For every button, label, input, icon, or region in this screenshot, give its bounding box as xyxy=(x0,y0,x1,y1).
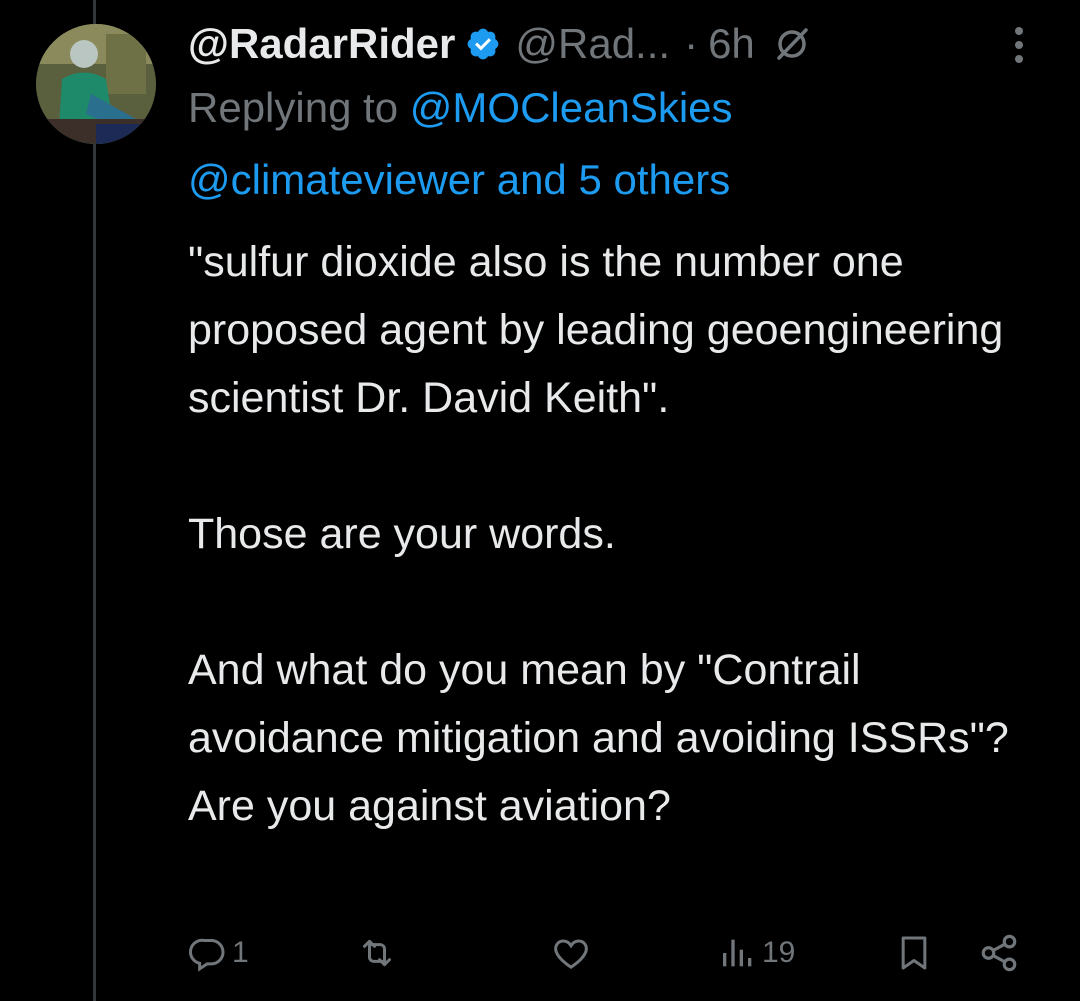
views-button[interactable]: 19 xyxy=(718,928,795,978)
share-button[interactable] xyxy=(978,928,1020,978)
reply-button[interactable]: 1 xyxy=(188,928,249,978)
tweet-body: "sulfur dioxide also is the number one p… xyxy=(188,228,1048,840)
tweet-paragraph: "sulfur dioxide also is the number one p… xyxy=(188,238,1004,422)
mention-others-link[interactable]: @climateviewer and 5 others xyxy=(188,156,730,203)
display-name[interactable]: @RadarRider xyxy=(188,20,455,68)
replying-to-line: Replying to @MOCleanSkies xyxy=(188,84,733,132)
grok-slash-icon[interactable] xyxy=(773,25,811,63)
views-count: 19 xyxy=(762,936,796,969)
bookmark-button[interactable] xyxy=(894,928,934,978)
like-button[interactable] xyxy=(551,928,595,978)
share-icon xyxy=(981,934,1017,972)
mention-link[interactable]: @MOCleanSkies xyxy=(410,84,733,131)
verified-badge-icon xyxy=(465,26,501,62)
retweet-button[interactable] xyxy=(356,928,402,978)
thread-connector-line xyxy=(93,0,96,1001)
tweet-header: @RadarRider @Rad... · 6h xyxy=(188,14,811,74)
views-icon xyxy=(723,939,752,967)
user-handle[interactable]: @Rad... xyxy=(515,20,670,68)
replying-prefix: Replying to xyxy=(188,84,399,131)
reply-count: 1 xyxy=(232,936,249,969)
action-bar: 1 19 xyxy=(188,928,1038,978)
retweet-icon xyxy=(363,939,391,967)
timestamp[interactable]: 6h xyxy=(708,20,755,68)
separator-dot: · xyxy=(684,20,699,67)
tweet-paragraph: And what do you mean by "Contrail avoida… xyxy=(188,646,1009,830)
more-vertical-icon[interactable] xyxy=(1004,22,1034,68)
reply-icon xyxy=(189,938,225,972)
heart-icon xyxy=(554,939,588,969)
bookmark-icon xyxy=(901,936,927,970)
replying-to-others: @climateviewer and 5 others xyxy=(188,156,730,204)
avatar[interactable] xyxy=(36,24,156,144)
tweet-paragraph: Those are your words. xyxy=(188,510,616,558)
